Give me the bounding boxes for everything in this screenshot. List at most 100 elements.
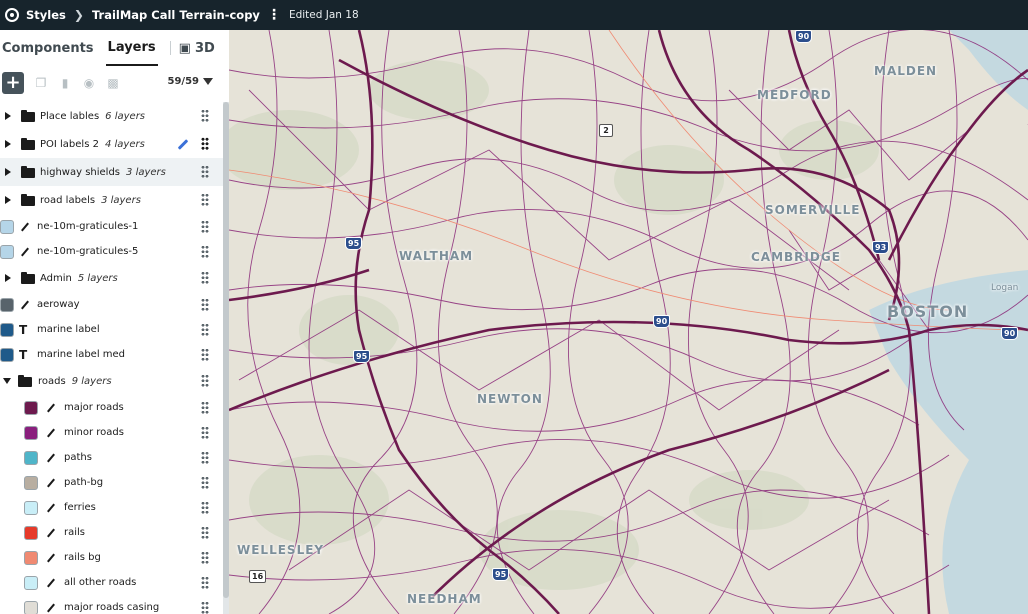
drag-handle-icon[interactable] xyxy=(201,109,209,123)
drag-handle-icon[interactable] xyxy=(201,450,209,465)
drag-handle-icon[interactable] xyxy=(201,374,209,388)
map-canvas[interactable]: MALDEN MEDFORD SOMERVILLE WALTHAM CAMBRI… xyxy=(229,30,1028,614)
layer-row[interactable]: rails bg xyxy=(0,545,223,570)
layer-row[interactable]: major roads casing xyxy=(0,595,223,614)
drag-handle-icon[interactable] xyxy=(201,271,209,285)
layers-toolbar: + ❐ ▮ ◉ ▩ 59/59 xyxy=(0,66,229,100)
style-name[interactable]: TrailMap Call Terrain-copy xyxy=(92,8,260,22)
layer-color-swatch[interactable] xyxy=(24,575,38,590)
layer-row[interactable]: ferries xyxy=(0,495,223,520)
tab-layers[interactable]: Layers xyxy=(105,30,158,66)
place-label[interactable]: WALTHAM xyxy=(399,249,473,263)
drag-handle-icon[interactable] xyxy=(201,425,209,440)
layer-row[interactable]: Place lables 6 layers xyxy=(0,102,223,130)
layer-row[interactable]: highway shields 3 layers xyxy=(0,158,223,186)
highway-shield[interactable]: 93 xyxy=(872,241,890,254)
layer-color-swatch[interactable] xyxy=(24,500,38,515)
highway-shield[interactable]: 95 xyxy=(353,350,371,363)
drag-handle-icon[interactable] xyxy=(201,244,209,259)
layer-color-swatch[interactable] xyxy=(0,219,14,234)
tab-3d[interactable]: ▣ 3D xyxy=(179,30,221,66)
drag-handle-icon[interactable] xyxy=(201,219,209,234)
folder-icon[interactable]: ▮ xyxy=(58,76,72,90)
breadcrumb-styles[interactable]: Styles xyxy=(26,8,66,22)
place-label[interactable]: WELLESLEY xyxy=(237,543,324,557)
layer-color-swatch[interactable] xyxy=(24,425,38,440)
drag-handle-icon[interactable] xyxy=(201,322,209,337)
layer-color-swatch[interactable] xyxy=(24,475,38,490)
place-label[interactable]: SOMERVILLE xyxy=(765,203,860,217)
layer-name: all other roads xyxy=(64,577,137,588)
highway-shield[interactable]: 95 xyxy=(345,237,363,250)
trash-icon[interactable]: ▩ xyxy=(106,76,120,90)
layer-row[interactable]: POI labels 2 4 layers xyxy=(0,130,223,158)
layer-color-swatch[interactable] xyxy=(24,400,38,415)
drag-handle-icon[interactable] xyxy=(201,400,209,415)
drag-handle-icon[interactable] xyxy=(201,193,209,207)
drag-handle-icon[interactable] xyxy=(201,500,209,515)
layer-row[interactable]: paths xyxy=(0,445,223,470)
layer-row[interactable]: Admin 5 layers xyxy=(0,264,223,292)
more-options-icon[interactable]: ⋮ xyxy=(267,7,281,23)
place-label[interactable]: Logan xyxy=(991,283,1018,293)
drag-handle-icon[interactable] xyxy=(201,525,209,540)
expand-arrow-icon[interactable] xyxy=(5,112,11,120)
mapbox-logo-icon[interactable] xyxy=(5,8,19,22)
folder-icon xyxy=(21,194,35,206)
highway-shield[interactable]: 90 xyxy=(653,315,671,328)
pencil-icon[interactable] xyxy=(177,138,189,150)
drag-handle-icon[interactable] xyxy=(201,165,209,179)
layer-color-swatch[interactable] xyxy=(0,297,14,312)
layer-color-swatch[interactable] xyxy=(24,600,38,614)
collapse-arrow-icon[interactable] xyxy=(3,378,11,384)
highway-shield[interactable]: 2 xyxy=(599,124,613,137)
layer-row[interactable]: ne-10m-graticules-5 xyxy=(0,239,223,264)
layer-row[interactable]: rails xyxy=(0,520,223,545)
drag-handle-icon[interactable] xyxy=(201,600,209,614)
drag-handle-icon[interactable] xyxy=(201,475,209,490)
layer-row[interactable]: all other roads xyxy=(0,570,223,595)
highway-shield[interactable]: 90 xyxy=(1001,327,1019,340)
place-label[interactable]: MEDFORD xyxy=(757,88,832,102)
drag-handle-icon[interactable] xyxy=(201,137,209,151)
drag-handle-icon[interactable] xyxy=(201,575,209,590)
drag-handle-icon[interactable] xyxy=(201,347,209,362)
place-label[interactable]: BOSTON xyxy=(887,302,968,321)
expand-arrow-icon[interactable] xyxy=(5,168,11,176)
place-label[interactable]: NEEDHAM xyxy=(407,592,482,606)
highway-shield[interactable]: 95 xyxy=(492,568,510,581)
duplicate-icon[interactable]: ❐ xyxy=(34,76,48,90)
layer-row[interactable]: T marine label med xyxy=(0,342,223,367)
hide-icon[interactable]: ◉ xyxy=(82,76,96,90)
expand-arrow-icon[interactable] xyxy=(5,196,11,204)
layer-row[interactable]: minor roads xyxy=(0,420,223,445)
layer-row[interactable]: T marine label xyxy=(0,317,223,342)
drag-handle-icon[interactable] xyxy=(201,550,209,565)
layer-color-swatch[interactable] xyxy=(24,550,38,565)
layer-color-swatch[interactable] xyxy=(0,244,14,259)
layer-counter[interactable]: 59/59 xyxy=(168,76,213,87)
layer-row[interactable]: major roads xyxy=(0,395,223,420)
filter-icon[interactable] xyxy=(203,78,213,85)
add-layer-button[interactable]: + xyxy=(2,72,24,94)
layer-row[interactable]: roads 9 layers xyxy=(0,367,223,395)
layer-color-swatch[interactable] xyxy=(24,525,38,540)
highway-shield[interactable]: 16 xyxy=(249,570,267,583)
layer-name: road labels xyxy=(40,194,96,206)
layer-row[interactable]: aeroway xyxy=(0,292,223,317)
place-label[interactable]: NEWTON xyxy=(477,392,543,406)
layer-color-swatch[interactable] xyxy=(0,322,14,337)
layer-row[interactable]: road labels 3 layers xyxy=(0,186,223,214)
layer-row[interactable]: path-bg xyxy=(0,470,223,495)
drag-handle-icon[interactable] xyxy=(201,297,209,312)
expand-arrow-icon[interactable] xyxy=(5,140,11,148)
layer-color-swatch[interactable] xyxy=(0,347,14,362)
line-layer-icon xyxy=(47,453,55,462)
tab-components[interactable]: Components xyxy=(2,30,100,66)
expand-arrow-icon[interactable] xyxy=(5,274,11,282)
place-label[interactable]: MALDEN xyxy=(874,64,937,78)
place-label[interactable]: CAMBRIDGE xyxy=(751,250,841,264)
highway-shield[interactable]: 90 xyxy=(795,30,813,43)
layer-color-swatch[interactable] xyxy=(24,450,38,465)
layer-row[interactable]: ne-10m-graticules-1 xyxy=(0,214,223,239)
